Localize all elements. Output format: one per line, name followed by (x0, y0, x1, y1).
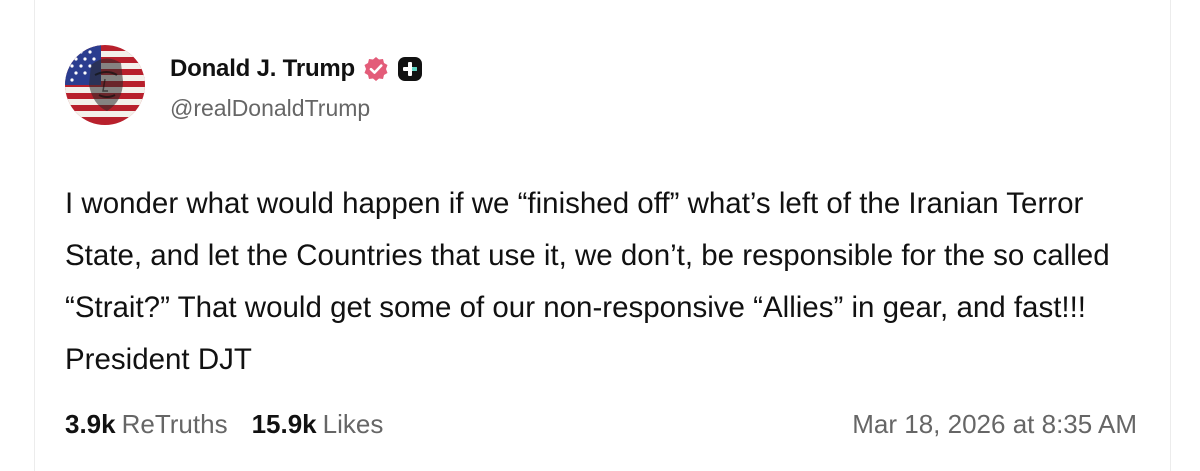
retruths-count: 3.9k (65, 409, 116, 439)
post-timestamp[interactable]: Mar 18, 2026 at 8:35 AM (852, 409, 1137, 440)
likes-label: Likes (322, 409, 384, 439)
post-text: I wonder what would happen if we “finish… (65, 187, 1110, 376)
author-display-name[interactable]: Donald J. Trump (170, 55, 355, 83)
card-border-right (1170, 0, 1171, 471)
post-stats: 3.9k ReTruths 15.9k Likes (65, 409, 383, 440)
avatar[interactable] (65, 45, 145, 125)
retruths-label: ReTruths (121, 409, 228, 439)
likes-stat[interactable]: 15.9k Likes (252, 409, 384, 440)
plus-badge-icon (397, 56, 423, 82)
author-name-row: Donald J. Trump (170, 52, 423, 86)
author-handle[interactable]: @realDonaldTrump (170, 95, 370, 122)
truth-post-card: Donald J. Trump @realDonaldTrump I wonde… (35, 0, 1170, 471)
retruths-stat[interactable]: 3.9k ReTruths (65, 409, 228, 440)
likes-count: 15.9k (251, 409, 317, 439)
flag-portrait-avatar-icon (65, 45, 145, 125)
verified-badge-icon (363, 56, 389, 82)
screenshot-frame: Donald J. Trump @realDonaldTrump I wonde… (0, 0, 1200, 471)
